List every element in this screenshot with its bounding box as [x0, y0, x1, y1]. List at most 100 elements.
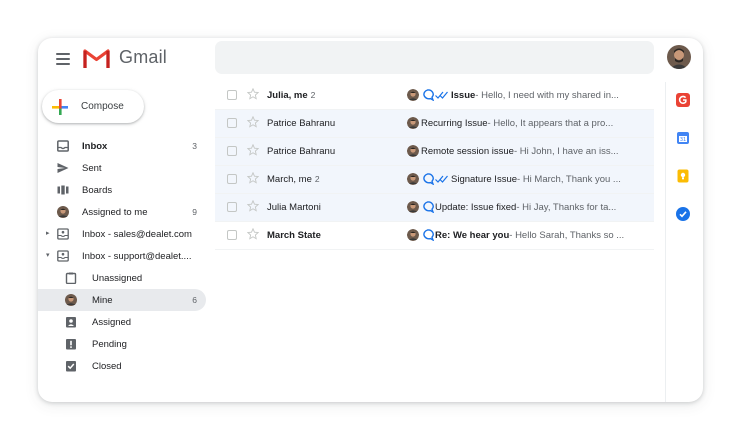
sidebar-item-closed[interactable]: Closed — [38, 355, 206, 377]
read-receipt-icon — [435, 174, 448, 184]
email-snippet: - Hi Jay, Thanks for ta... — [516, 201, 617, 213]
sidebar: Inbox 3 Sent Boards Assigned to me 9 ▸ I… — [38, 135, 206, 377]
select-checkbox[interactable] — [227, 118, 237, 128]
account-avatar[interactable] — [667, 45, 691, 69]
main-menu-icon[interactable] — [56, 53, 70, 65]
read-receipt-icon — [435, 90, 448, 100]
sidebar-item-count: 3 — [192, 141, 197, 151]
email-row[interactable]: Julia Martoni Update: Issue fixed - Hi Ja… — [215, 194, 654, 222]
select-checkbox[interactable] — [227, 230, 237, 240]
sender-name: Julia Martoni — [267, 202, 321, 213]
email-subject: Issue — [451, 89, 476, 101]
email-message: Update: Issue fixed - Hi Jay, Thanks for… — [407, 201, 647, 213]
sidebar-item-label: Assigned — [92, 316, 132, 328]
email-subject: Update: Issue fixed — [435, 201, 517, 213]
chat-icon — [421, 173, 435, 185]
shared-inbox-icon — [57, 228, 69, 240]
email-message: Re: We hear you - Hello Sarah, Thanks so… — [407, 229, 647, 241]
sidebar-item-label: Boards — [82, 184, 113, 196]
email-message: Remote session issue - Hi John, I have a… — [407, 145, 647, 157]
assigned-icon — [65, 316, 77, 328]
email-subject: Re: We hear you — [435, 229, 510, 241]
sender-name: Julia, me — [267, 90, 308, 101]
email-row[interactable]: March State Re: We hear you - Hello Sarah… — [215, 222, 654, 250]
email-subject: Signature Issue — [451, 173, 518, 185]
sender-name: March, me — [267, 174, 312, 185]
chat-icon — [421, 201, 435, 213]
sidebar-item-label: Sent — [82, 162, 102, 174]
email-snippet: - Hi March, Thank you ... — [517, 173, 621, 185]
gmail-m-icon — [83, 49, 110, 68]
svg-text:31: 31 — [680, 137, 686, 143]
email-row[interactable]: March, me 2 Signature Issue - Hi March, Th… — [215, 166, 654, 194]
plus-icon — [52, 98, 68, 115]
sidebar-item-count: 9 — [192, 207, 197, 217]
thread-count: 2 — [314, 174, 320, 184]
sidebar-item-inbox-support[interactable]: ▾ Inbox - support@dealet.... — [38, 245, 206, 267]
dealet-addon-icon[interactable] — [676, 93, 690, 107]
email-sender: March, me 2 — [267, 174, 320, 185]
email-message: Signature Issue - Hi March, Thank you ..… — [407, 173, 647, 185]
star-icon[interactable] — [246, 115, 260, 128]
email-row[interactable]: Patrice Bahranu Recurring Issue - Hello, … — [215, 110, 654, 138]
gmail-logo[interactable]: Gmail — [83, 47, 167, 68]
sender-name: March State — [267, 230, 321, 241]
sidebar-item-label: Mine — [92, 294, 113, 306]
select-checkbox[interactable] — [227, 90, 237, 100]
sidebar-item-label: Assigned to me — [82, 206, 148, 218]
sidebar-item-sent[interactable]: Sent — [38, 157, 206, 179]
assignee-avatar-icon — [407, 145, 419, 157]
thread-count: 2 — [310, 90, 316, 100]
expand-down-icon[interactable]: ▾ — [46, 252, 53, 260]
sidebar-item-assigned-to-me[interactable]: Assigned to me 9 — [38, 201, 206, 223]
select-checkbox[interactable] — [227, 202, 237, 212]
expand-right-icon[interactable]: ▸ — [46, 230, 53, 238]
email-sender: March State — [267, 230, 324, 241]
sidebar-item-assigned[interactable]: Assigned — [38, 311, 206, 333]
keep-icon[interactable] — [676, 169, 690, 183]
sidebar-item-inbox[interactable]: Inbox 3 — [38, 135, 206, 157]
email-row[interactable]: Patrice Bahranu Remote session issue - Hi… — [215, 138, 654, 166]
compose-button[interactable]: Compose — [42, 90, 144, 123]
select-checkbox[interactable] — [227, 174, 237, 184]
sidebar-item-boards[interactable]: Boards — [38, 179, 206, 201]
select-checkbox[interactable] — [227, 146, 237, 156]
star-icon[interactable] — [246, 199, 260, 212]
email-row[interactable]: Julia, me 2 Issue - Hello, I need with my … — [215, 82, 654, 110]
assignee-avatar-icon — [407, 229, 419, 241]
email-message: Issue - Hello, I need with my shared in.… — [407, 89, 647, 101]
sidebar-item-label: Inbox — [82, 140, 108, 152]
sidebar-item-label: Unassigned — [92, 272, 143, 284]
pending-icon — [65, 338, 77, 350]
star-icon[interactable] — [246, 143, 260, 156]
chat-icon — [421, 89, 435, 101]
tasks-icon[interactable] — [676, 207, 690, 221]
inbox-icon — [57, 140, 69, 152]
sidebar-item-label: Closed — [92, 360, 122, 372]
compose-label: Compose — [81, 101, 124, 112]
sidebar-item-mine[interactable]: Mine 6 — [38, 289, 206, 311]
calendar-icon[interactable]: 31 — [676, 131, 690, 145]
sidebar-item-unassigned[interactable]: Unassigned — [38, 267, 206, 289]
sidebar-item-inbox-sales[interactable]: ▸ Inbox - sales@dealet.com — [38, 223, 206, 245]
app-name: Gmail — [119, 47, 168, 67]
shared-inbox-icon — [57, 250, 69, 262]
email-subject: Recurring Issue — [421, 117, 488, 129]
search-input[interactable] — [215, 41, 654, 74]
star-icon[interactable] — [246, 171, 260, 184]
addons-rail: 31 — [665, 82, 703, 402]
email-sender: Julia Martoni — [267, 202, 324, 213]
avatar-icon — [65, 294, 77, 306]
email-snippet: - Hi John, I have an iss... — [513, 145, 619, 157]
star-icon[interactable] — [246, 87, 260, 100]
email-message: Recurring Issue - Hello, It appears that… — [407, 117, 647, 129]
sidebar-item-pending[interactable]: Pending — [38, 333, 206, 355]
boards-icon — [57, 184, 69, 196]
assignee-avatar-icon — [407, 201, 419, 213]
sidebar-item-label: Inbox - support@dealet.... — [82, 250, 192, 262]
sender-name: Patrice Bahranu — [267, 118, 336, 129]
star-icon[interactable] — [246, 227, 260, 240]
closed-icon — [65, 360, 77, 372]
email-sender: Patrice Bahranu — [267, 146, 338, 157]
sender-name: Patrice Bahranu — [267, 146, 336, 157]
